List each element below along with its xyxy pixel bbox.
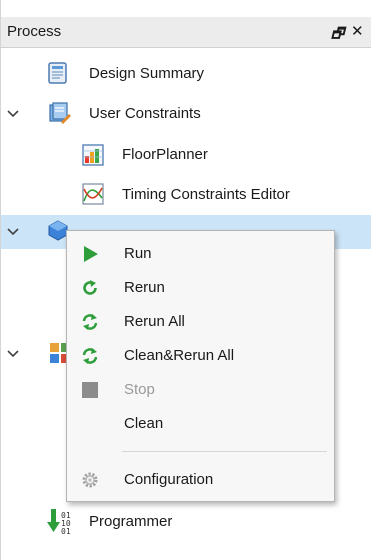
restore-window-icon[interactable]: 🗗 [331, 23, 344, 47]
timing-editor-label: Timing Constraints Editor [122, 186, 290, 203]
tree-item-timing-constraints-editor[interactable]: Timing Constraints Editor [1, 177, 371, 211]
design-summary-label: Design Summary [89, 65, 205, 82]
design-summary-icon [48, 62, 67, 84]
tree-item-floorplanner[interactable]: FloorPlanner [1, 138, 371, 172]
tree-item-programmer[interactable]: 01 10 01 Programmer [1, 504, 371, 538]
rerun-all-icon [82, 314, 98, 330]
gear-icon [82, 472, 98, 488]
tree-item-design-summary[interactable]: Design Summary [1, 56, 371, 90]
menu-item-clean-rerun-all[interactable]: Clean&Rerun All [67, 339, 334, 373]
close-icon[interactable]: ✕ [351, 22, 364, 40]
menu-item-configuration[interactable]: Configuration [67, 463, 334, 497]
panel-title: Process [7, 23, 62, 40]
user-constraints-label: User Constraints [89, 105, 201, 122]
svg-text:01: 01 [61, 527, 71, 534]
menu-item-stop[interactable]: Stop [67, 373, 334, 407]
menu-separator [122, 451, 327, 452]
user-constraints-icon [49, 102, 71, 124]
programmer-icon: 01 10 01 [47, 509, 71, 534]
menu-item-clean[interactable]: Clean [67, 407, 334, 441]
context-menu: Run Rerun Rerun All Clean&Rerun All Stop [66, 230, 335, 502]
menu-item-rerun-all[interactable]: Rerun All [67, 305, 334, 339]
menu-item-label: Clean&Rerun All [124, 347, 235, 364]
menu-item-run[interactable]: Run [67, 237, 334, 271]
chevron-down-icon[interactable] [7, 109, 19, 119]
menu-item-label: Run [124, 245, 152, 262]
play-icon [84, 246, 98, 262]
menu-item-rerun[interactable]: Rerun [67, 271, 334, 305]
stop-icon [82, 382, 98, 398]
menu-item-label: Rerun [124, 279, 165, 296]
menu-item-label: Configuration [124, 471, 214, 488]
floorplanner-icon [82, 144, 104, 166]
menu-item-label: Stop [124, 381, 155, 398]
clean-rerun-all-icon [82, 348, 98, 364]
chevron-down-icon[interactable] [7, 349, 19, 359]
programmer-label: Programmer [89, 513, 173, 530]
rerun-icon [83, 280, 97, 295]
panel-titlebar: Process 🗗 ✕ [1, 17, 371, 48]
floorplanner-label: FloorPlanner [122, 146, 208, 163]
menu-item-label: Clean [124, 415, 164, 432]
chevron-down-icon[interactable] [7, 227, 19, 237]
panel-top-strip [1, 0, 371, 17]
timing-editor-icon [82, 183, 104, 205]
menu-item-label: Rerun All [124, 313, 185, 330]
tree-item-user-constraints[interactable]: User Constraints [1, 97, 371, 131]
